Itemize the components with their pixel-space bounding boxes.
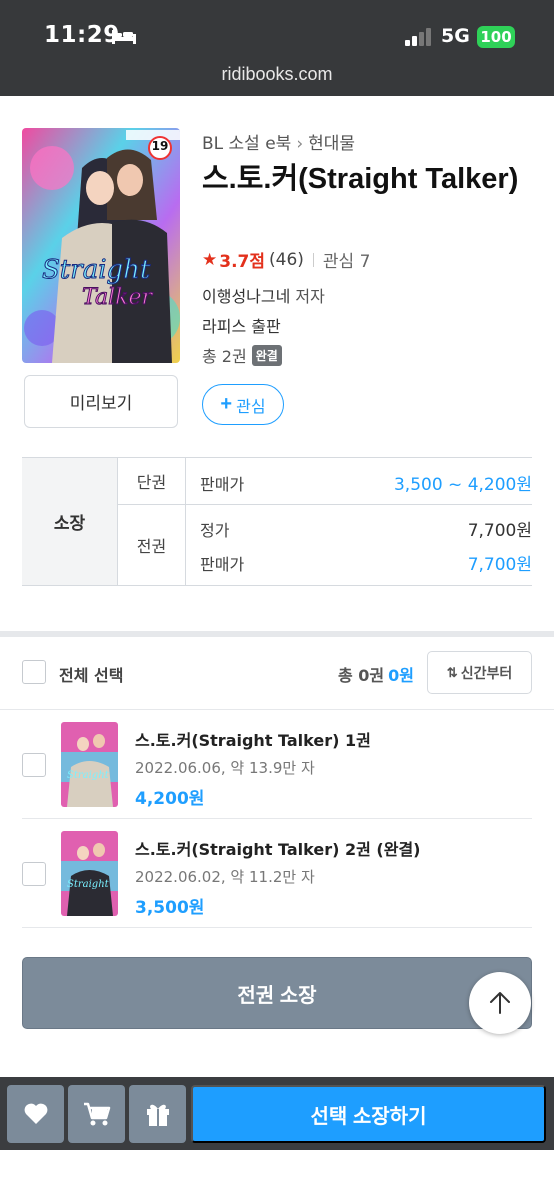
sale-price-label: 판매가: [200, 475, 245, 494]
chevron-right-icon: ›: [296, 134, 304, 154]
browser-top-bar: 11:29 5G 100 ridibooks.com: [0, 0, 554, 96]
full-list-price: 7,700원: [467, 521, 532, 541]
rating-score[interactable]: 3.7점: [219, 247, 265, 272]
selected-price: 0원: [388, 666, 415, 685]
publisher-name[interactable]: 라피스: [202, 317, 246, 336]
cart-icon: [83, 1102, 110, 1126]
sort-label: 신간부터: [460, 664, 513, 681]
list-divider: [0, 709, 554, 710]
complete-badge: 완결: [251, 344, 282, 366]
item-meta: 2022.06.06, 약 13.9만 자: [135, 759, 315, 777]
author-line: 이행성나그네 저자: [202, 283, 325, 307]
list-price-label: 정가: [200, 521, 230, 540]
sale-price-label: 판매가: [200, 555, 245, 574]
svg-text:Straight: Straight: [67, 879, 110, 890]
item-divider: [22, 927, 532, 928]
rating-count[interactable]: (46): [269, 250, 304, 270]
select-all-checkbox[interactable]: [22, 660, 46, 684]
status-time: 11:29: [44, 22, 120, 48]
selection-total: 총 0권 0원: [338, 662, 414, 686]
item-thumbnail[interactable]: Straight: [61, 722, 118, 807]
svg-text:Talker: Talker: [82, 285, 153, 310]
interest-count: 관심 7: [322, 252, 371, 272]
full-set-label: 전권: [118, 505, 186, 585]
single-sale-price: 3,500 ~ 4,200원: [393, 475, 532, 495]
select-all-label[interactable]: 전체 선택: [59, 662, 123, 686]
full-sale-price: 7,700원: [467, 555, 532, 575]
bottom-action-bar: 선택 소장하기: [0, 1077, 554, 1150]
gift-icon: [146, 1104, 169, 1126]
publisher-line: 라피스 출판: [202, 313, 281, 337]
favorite-button[interactable]: + 관심: [202, 384, 284, 425]
item-checkbox[interactable]: [22, 753, 46, 777]
sort-button[interactable]: ⇅ 신간부터: [427, 651, 532, 694]
price-table: 소장 단권 판매가 3,500 ~ 4,200원 전권 정가 7,700원 판매…: [22, 457, 532, 586]
cellular-signal-icon: [405, 28, 431, 46]
breadcrumb-subcategory[interactable]: 현대물: [308, 134, 355, 154]
url-bar[interactable]: ridibooks.com: [0, 64, 554, 85]
network-type: 5G: [441, 25, 470, 47]
single-volume-label: 단권: [118, 458, 186, 504]
gift-button[interactable]: [129, 1085, 186, 1143]
divider: [312, 252, 314, 267]
price-row-single: 단권 판매가 3,500 ~ 4,200원: [118, 458, 532, 505]
sort-icon: ⇅: [446, 664, 458, 680]
buy-all-button[interactable]: 전권 소장: [22, 957, 532, 1029]
plus-icon: +: [220, 393, 233, 415]
item-checkbox[interactable]: [22, 862, 46, 886]
svg-text:Straight: Straight: [42, 255, 151, 285]
wishlist-button[interactable]: [7, 1085, 64, 1143]
favorite-label: 관심: [236, 398, 266, 416]
ownership-label: 소장: [22, 458, 118, 585]
sleep-focus-icon: [112, 30, 136, 44]
heart-icon: [24, 1103, 47, 1124]
star-icon: ★: [202, 249, 218, 270]
battery-indicator: 100: [477, 26, 515, 48]
home-indicator-area: [0, 1150, 554, 1199]
total-volumes: 총 2권: [202, 347, 247, 366]
author-role: 저자: [295, 287, 325, 306]
cart-button[interactable]: [68, 1085, 125, 1143]
book-title: 스.토.커(Straight Talker): [202, 163, 519, 195]
section-divider: [0, 631, 554, 637]
item-title[interactable]: 스.토.커(Straight Talker) 1권: [135, 727, 371, 751]
buy-selected-button[interactable]: 선택 소장하기: [191, 1085, 546, 1143]
preview-button[interactable]: 미리보기: [24, 375, 178, 428]
item-price: 4,200원: [135, 789, 205, 809]
publisher-role: 출판: [251, 317, 281, 336]
breadcrumb-category[interactable]: BL 소설 e북: [202, 134, 291, 154]
item-price: 3,500원: [135, 898, 205, 918]
breadcrumb: BL 소설 e북 › 현대물: [202, 129, 355, 154]
volume-info: 총 2권 완결: [202, 343, 282, 367]
item-thumbnail[interactable]: Straight: [61, 831, 118, 916]
author-name[interactable]: 이행성나그네: [202, 287, 290, 306]
age-rating-badge: 19: [151, 139, 169, 153]
scroll-to-top-button[interactable]: [469, 972, 531, 1034]
book-cover-image[interactable]: Straight Talker 19: [22, 128, 180, 363]
price-row-full: 전권 정가 7,700원 판매가 7,700원: [118, 505, 532, 585]
rating-line: ★ 3.7점 (46) 관심 7: [202, 247, 371, 273]
item-meta: 2022.06.02, 약 11.2만 자: [135, 868, 315, 886]
arrow-up-icon: [490, 992, 510, 1014]
item-title[interactable]: 스.토.커(Straight Talker) 2권 (완결): [135, 836, 421, 860]
svg-text:Straight: Straight: [67, 770, 110, 781]
selected-count: 총 0권: [338, 666, 385, 685]
item-divider: [22, 818, 532, 819]
